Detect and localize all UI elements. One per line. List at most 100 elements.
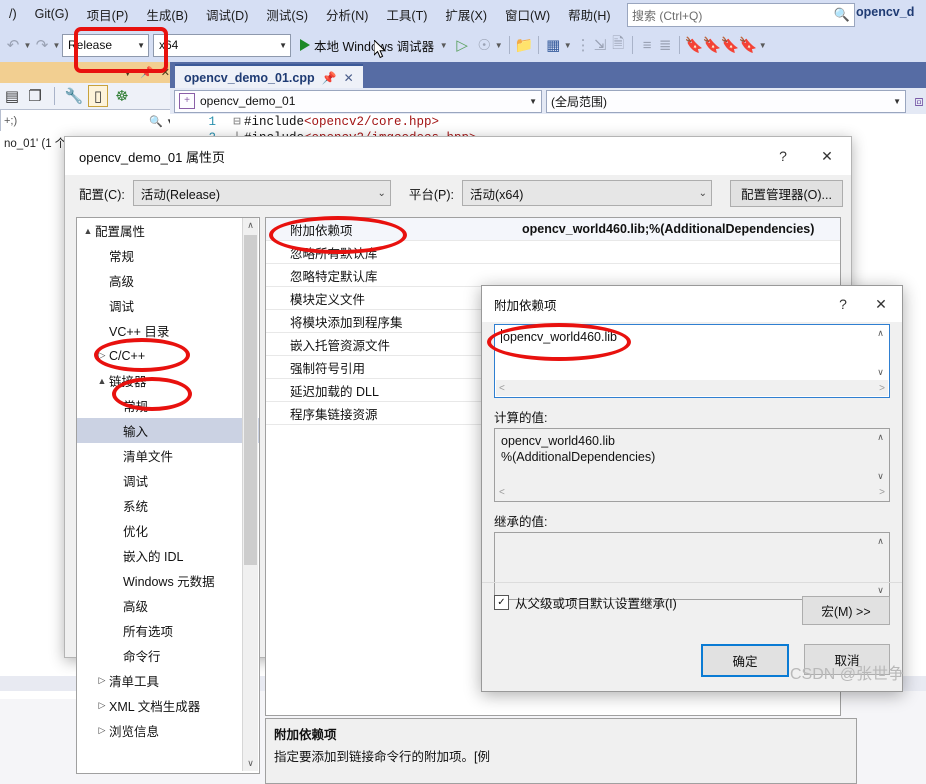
property-tree-node-13[interactable]: 嵌入的 IDL [77,543,259,568]
expanded-arrow-icon[interactable]: ▲ [81,226,95,236]
scroll-up-icon[interactable]: ∧ [873,326,888,341]
property-row-1[interactable]: 忽略所有默认库 [266,241,840,264]
pin-icon[interactable]: 📌 [322,71,337,85]
scroll-down-icon[interactable]: ∨ [873,469,888,484]
configuration-combo[interactable]: Release ▼ [62,33,149,57]
navigation-type-combo[interactable]: + opencv_demo_01 ▼ [174,89,542,113]
evaluated-hscrollbar[interactable]: < > [496,484,888,500]
property-tree-node-15[interactable]: 高级 [77,593,259,618]
undo-dropdown-icon[interactable]: ▼ [22,41,33,50]
configuration-select[interactable]: 活动(Release) ⌄ [132,180,391,206]
menu-item-git[interactable]: Git(G) [26,4,78,24]
property-tree-node-19[interactable]: ▷ XML 文档生成器 [77,693,259,718]
property-tree-node-1[interactable]: 常规 [77,243,259,268]
scroll-left-icon[interactable]: < [499,383,505,394]
menu-item-project[interactable]: 项目(P) [78,2,138,27]
property-tree-node-2[interactable]: 高级 [77,268,259,293]
chevron-down-icon[interactable]: ▼ [438,41,449,50]
menu-item-tools[interactable]: 工具(T) [377,2,436,27]
collapsed-arrow-icon[interactable]: ▷ [95,725,109,736]
menu-item-debug[interactable]: 调试(D) [197,2,257,27]
inherit-checkbox-row[interactable]: ✓ 从父级或项目默认设置继承(I) [494,593,677,612]
scroll-up-icon[interactable]: ∧ [243,218,258,233]
collapse-all-icon[interactable]: ▤ [3,86,21,106]
toggle-bookmark-icon[interactable]: 🔖 [685,35,704,55]
property-tree-node-17[interactable]: 命令行 [77,643,259,668]
scroll-right-icon[interactable]: > [879,487,885,498]
menu-item-analyze[interactable]: 分析(N) [317,2,377,27]
quick-search-input[interactable]: 搜索 (Ctrl+Q) 🔍 [627,3,855,27]
close-icon[interactable]: ✕ [344,71,354,85]
menu-item-window[interactable]: 窗口(W) [496,2,559,27]
macro-button[interactable]: 宏(M) >> [802,596,890,625]
property-tree-node-10[interactable]: 调试 [77,468,259,493]
collapsed-arrow-icon[interactable]: ▷ [95,675,109,686]
scroll-down-icon[interactable]: ∨ [243,756,258,771]
help-icon[interactable]: ? [824,290,862,318]
evaluated-vscrollbar[interactable]: ∧ ∨ [873,430,888,484]
fold-icon[interactable]: ⊟ [230,114,244,130]
scrollbar-thumb[interactable] [244,235,257,565]
window-dropdown-icon[interactable]: ▼ [562,41,573,50]
inherit-checkbox[interactable]: ✓ [494,595,509,610]
start-without-debugging-icon[interactable]: ▷ [453,35,471,55]
toolbar-overflow-icon[interactable]: ▼ [757,41,768,50]
collapsed-arrow-icon[interactable]: ▷ [95,700,109,711]
pin-icon[interactable]: 📌 [140,66,154,79]
menu-item-help[interactable]: 帮助(H) [559,2,619,27]
solution-view-icon[interactable]: ☸ [113,86,131,106]
property-tree-node-20[interactable]: ▷ 浏览信息 [77,718,259,743]
property-tree-node-9[interactable]: 清单文件 [77,443,259,468]
property-row-0[interactable]: 附加依赖项 opencv_world460.lib;%(AdditionalDep… [266,218,840,241]
dependencies-edit-vscrollbar[interactable]: ∧ ∨ [873,326,888,380]
property-tree-node-11[interactable]: 系统 [77,493,259,518]
property-tree-node-0[interactable]: ▲ 配置属性 [77,218,259,243]
collapsed-arrow-icon[interactable]: ▷ [95,350,109,361]
chevron-down-icon[interactable]: ▼ [122,67,133,79]
scroll-down-icon[interactable]: ∨ [873,365,888,380]
close-icon[interactable]: ✕ [805,141,849,171]
property-tree-node-12[interactable]: 优化 [77,518,259,543]
property-tree-node-6[interactable]: ▲ 链接器 [77,368,259,393]
ok-button[interactable]: 确定 [701,644,789,677]
platform-combo[interactable]: x64 ▼ [153,33,291,57]
cube-icon[interactable]: ⧈ [910,91,926,111]
drag-handle-icon[interactable]: ⋮ [573,35,591,55]
scroll-up-icon[interactable]: ∧ [873,430,888,445]
preview-selected-items-icon[interactable]: ▯ [88,85,108,107]
expanded-arrow-icon[interactable]: ▲ [95,376,109,386]
menu-item-test[interactable]: 测试(S) [257,2,317,27]
menu-item-build[interactable]: 生成(B) [137,2,197,27]
platform-select[interactable]: 活动(x64) ⌄ [461,180,712,206]
property-tree-node-16[interactable]: 所有选项 [77,618,259,643]
property-tree-scrollbar[interactable]: ∧ ∨ [242,218,258,771]
property-tree-node-14[interactable]: Windows 元数据 [77,568,259,593]
document-tab-opencv-demo-01[interactable]: opencv_demo_01.cpp 📌 ✕ [175,64,363,90]
property-category-tree[interactable]: ▲ 配置属性 常规 高级 调试 VC++ 目录 ▷ C/C++ ▲ 链接器 常规 输入 清单文件 调试 系统… [76,217,260,774]
dependencies-edit-hscrollbar[interactable]: < > [496,380,888,396]
scroll-left-icon[interactable]: < [499,487,505,498]
redo-icon[interactable]: ↷ [33,35,51,55]
dependencies-edit-box[interactable]: opencv_world460.lib ∧ ∨ < > [494,324,890,398]
property-tree-node-5[interactable]: ▷ C/C++ [77,343,259,368]
close-icon[interactable]: ✕ [161,66,170,79]
hot-reload-dropdown-icon[interactable]: ▼ [493,41,504,50]
property-tree-node-8[interactable]: 输入 [77,418,259,443]
menu-item-extensions[interactable]: 扩展(X) [436,2,496,27]
property-tree-node-3[interactable]: 调试 [77,293,259,318]
inherited-vscrollbar[interactable]: ∧ ∨ [873,534,888,598]
configuration-manager-button[interactable]: 配置管理器(O)... [729,179,843,207]
undo-icon[interactable]: ↶ [4,35,22,55]
property-tree-node-18[interactable]: ▷ 清单工具 [77,668,259,693]
help-icon[interactable]: ? [761,141,805,171]
property-row-2[interactable]: 忽略特定默认库 [266,264,840,287]
property-tree-node-7[interactable]: 常规 [77,393,259,418]
property-row-value[interactable]: opencv_world460.lib;%(AdditionalDependen… [514,222,840,236]
scroll-up-icon[interactable]: ∧ [873,534,888,549]
find-in-files-icon[interactable]: 📁 [515,35,534,55]
solution-explorer-icon[interactable]: ▦ [544,35,562,55]
menu-item-0[interactable]: /) [0,4,26,24]
solution-explorer-search-input[interactable]: +;) 🔍 ▼ [0,109,178,133]
scroll-right-icon[interactable]: > [879,383,885,394]
property-tree-node-4[interactable]: VC++ 目录 [77,318,259,343]
